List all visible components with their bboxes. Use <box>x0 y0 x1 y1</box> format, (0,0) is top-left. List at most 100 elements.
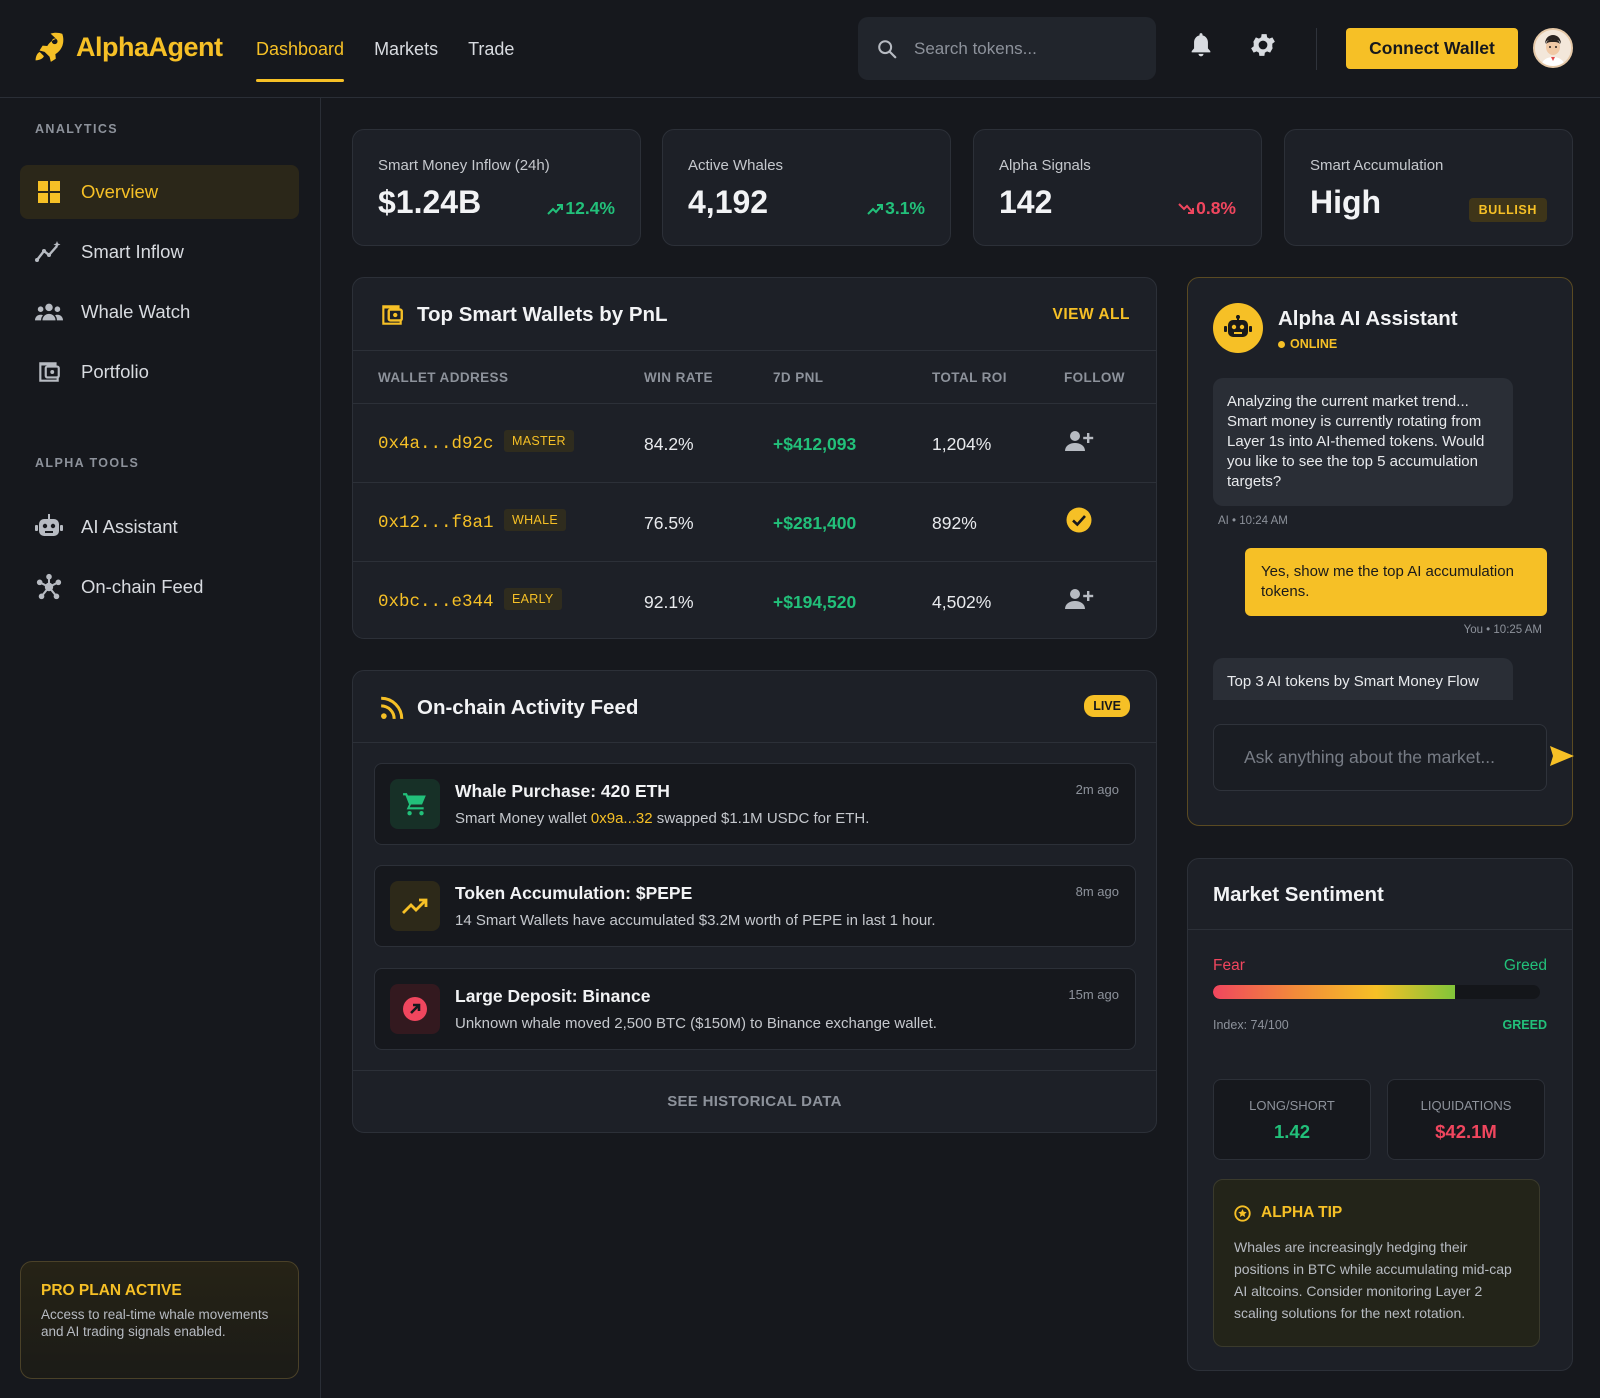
stat-change-value: 3.1% <box>885 198 925 218</box>
long-short-box: LONG/SHORT 1.42 <box>1213 1079 1371 1160</box>
wallet-address[interactable]: 0x12...f8a1 <box>378 513 494 533</box>
sentiment-bar-fill <box>1213 985 1455 999</box>
total-roi: 1,204% <box>932 434 992 454</box>
stat-label: Smart Money Inflow (24h) <box>378 157 550 174</box>
wallet-tag: MASTER <box>504 430 574 452</box>
sidebar-item-label: Portfolio <box>81 361 149 382</box>
sidebar-item-smart-inflow[interactable]: Smart Inflow <box>20 225 299 279</box>
nav-trade[interactable]: Trade <box>468 0 514 98</box>
see-historical-data-button[interactable]: SEE HISTORICAL DATA <box>353 1070 1156 1132</box>
online-status: ONLINE <box>1278 337 1337 351</box>
trend-sparkle-icon <box>35 240 63 264</box>
chat-message-user: Yes, show me the top AI accumulation tok… <box>1245 548 1547 616</box>
gear-icon[interactable] <box>1248 30 1278 60</box>
sidebar-item-whale-watch[interactable]: Whale Watch <box>20 285 299 339</box>
table-body: 0x4a...d92c MASTER 84.2% +$412,093 1,204… <box>353 404 1156 640</box>
sidebar-item-label: Overview <box>81 181 159 202</box>
pnl-7d: +$281,400 <box>773 513 857 533</box>
nav-markets[interactable]: Markets <box>374 0 438 98</box>
cart-icon <box>403 793 426 816</box>
table-row[interactable]: 0x4a...d92c MASTER 84.2% +$412,093 1,204… <box>353 404 1156 483</box>
sidebar-item-portfolio[interactable]: Portfolio <box>20 345 299 399</box>
feed-item-text: 14 Smart Wallets have accumulated $3.2M … <box>455 912 936 929</box>
total-roi: 4,502% <box>932 592 992 612</box>
feed-text-part: Smart Money wallet <box>455 810 591 827</box>
connect-wallet-button[interactable]: Connect Wallet <box>1346 28 1518 69</box>
status-text: ONLINE <box>1290 337 1338 351</box>
stat-change-value: 12.4% <box>565 198 615 218</box>
greed-label: Greed <box>1503 957 1547 974</box>
total-roi: 892% <box>932 513 977 533</box>
ai-assistant-title: Alpha AI Assistant <box>1278 307 1458 330</box>
feed-item-time: 15m ago <box>1068 987 1119 1002</box>
card-header: Top Smart Wallets by PnL <box>379 302 668 328</box>
check-circle-icon[interactable] <box>1066 507 1092 533</box>
sentiment-bar <box>1213 985 1540 999</box>
col-win-rate: WIN RATE <box>644 370 713 385</box>
wallet-tag: WHALE <box>504 509 566 531</box>
col-total-roi: TOTAL ROI <box>932 370 1007 385</box>
table-row[interactable]: 0x12...f8a1 WHALE 76.5% +$281,400 892% <box>353 483 1156 562</box>
feed-item-time: 8m ago <box>1075 884 1119 899</box>
main-nav: Dashboard Markets Trade <box>256 0 514 98</box>
feed-item-title: Large Deposit: Binance <box>455 986 651 1006</box>
add-user-icon[interactable] <box>1064 587 1094 611</box>
feed-wallet-link[interactable]: 0x9a...32 <box>591 810 653 827</box>
table-header: WALLET ADDRESS WIN RATE 7D PNL TOTAL ROI… <box>353 350 1156 404</box>
alpha-tip-header: ALPHA TIP <box>1234 1204 1342 1222</box>
feed-item-text: Unknown whale moved 2,500 BTC ($150M) to… <box>455 1015 937 1032</box>
alpha-tip-card: ALPHA TIP Whales are increasingly hedgin… <box>1213 1179 1540 1347</box>
sidebar-item-ai-assistant[interactable]: AI Assistant <box>20 500 299 554</box>
table-row[interactable]: 0xbc...e344 EARLY 92.1% +$194,520 4,502% <box>353 562 1156 641</box>
stat-label: Active Whales <box>688 157 784 174</box>
stat-change-value: 0.8% <box>1196 198 1236 218</box>
feed-item[interactable]: Token Accumulation: $PEPE 14 Smart Walle… <box>374 865 1136 947</box>
card-title: On-chain Activity Feed <box>417 696 639 719</box>
group-icon <box>35 301 63 323</box>
feed-item[interactable]: Whale Purchase: 420 ETH Smart Money wall… <box>374 763 1136 845</box>
col-7d-pnl: 7D PNL <box>773 370 824 385</box>
arrow-up-right-circle-icon <box>403 997 427 1021</box>
top-wallets-card: Top Smart Wallets by PnL VIEW ALL WALLET… <box>352 277 1157 639</box>
search-icon <box>876 38 898 60</box>
feed-item[interactable]: Large Deposit: Binance Unknown whale mov… <box>374 968 1136 1050</box>
sidebar-item-label: On-chain Feed <box>81 576 204 597</box>
sidebar-item-label: AI Assistant <box>81 516 178 537</box>
avatar[interactable] <box>1533 28 1573 68</box>
sidebar-item-overview[interactable]: Overview <box>20 165 299 219</box>
stat-label: Alpha Signals <box>999 157 1091 174</box>
market-sentiment-card: Market Sentiment Fear Greed Index: 74/10… <box>1187 858 1573 1371</box>
chat-input-box <box>1213 724 1547 791</box>
robot-icon <box>35 514 63 540</box>
alpha-tip-title: ALPHA TIP <box>1261 1204 1343 1221</box>
add-user-icon[interactable] <box>1064 429 1094 453</box>
view-all-link[interactable]: VIEW ALL <box>1053 306 1130 324</box>
sidebar-item-onchain-feed[interactable]: On-chain Feed <box>20 560 299 614</box>
feed-item-icon-box <box>390 881 440 931</box>
col-wallet-address: WALLET ADDRESS <box>378 370 509 385</box>
nav-dashboard[interactable]: Dashboard <box>256 0 345 98</box>
feed-item-icon-box <box>390 779 440 829</box>
star-circle-icon <box>1234 1204 1251 1222</box>
stat-change: 0.8% <box>1178 198 1236 219</box>
grid-icon <box>35 180 63 204</box>
stat-change: 12.4% <box>547 198 615 219</box>
send-icon[interactable] <box>1550 744 1574 768</box>
wallet-icon <box>379 302 405 328</box>
trend-up-icon <box>867 203 884 215</box>
sidebar-item-label: Whale Watch <box>81 301 191 322</box>
card-header: On-chain Activity Feed <box>379 695 638 721</box>
bell-icon[interactable] <box>1188 30 1214 60</box>
sentiment-index: Index: 74/100 <box>1213 1018 1289 1032</box>
stat-value: 142 <box>999 184 1053 220</box>
chat-input[interactable] <box>1244 747 1534 768</box>
wallet-address[interactable]: 0xbc...e344 <box>378 592 494 612</box>
wallet-address[interactable]: 0x4a...d92c <box>378 434 494 454</box>
search-input[interactable] <box>914 38 1114 59</box>
pnl-7d: +$194,520 <box>773 592 857 612</box>
app-name: AlphaAgent <box>76 31 223 62</box>
stat-card-smart-accumulation: Smart Accumulation High BULLISH <box>1284 129 1573 246</box>
app-logo[interactable]: AlphaAgent <box>32 30 223 64</box>
feed-item-title: Whale Purchase: 420 ETH <box>455 781 670 801</box>
robot-icon <box>1224 315 1252 337</box>
